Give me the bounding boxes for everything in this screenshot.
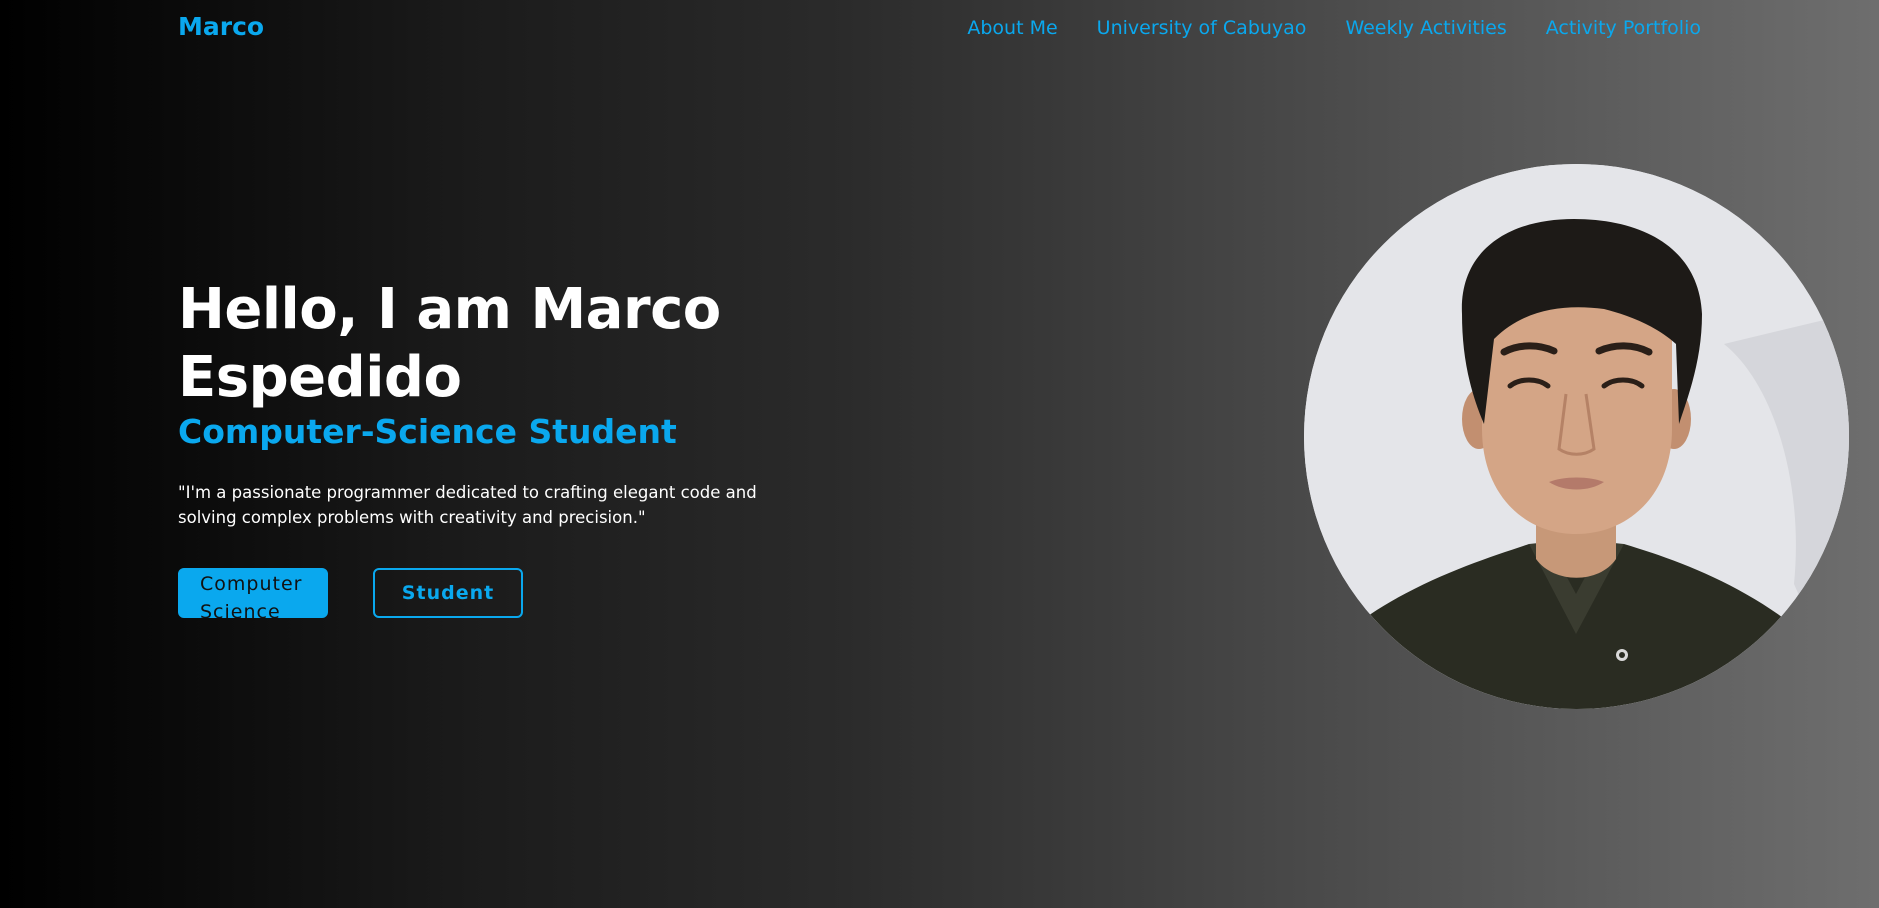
nav-link-weekly-activities[interactable]: Weekly Activities <box>1345 17 1506 39</box>
nav-links: About Me University of Cabuyao Weekly Ac… <box>967 17 1701 39</box>
hero-buttons: Computer Science Student <box>178 568 818 623</box>
computer-science-button[interactable]: Computer Science <box>178 568 328 623</box>
hero-subtitle: Computer-Science Student <box>178 412 677 451</box>
hero-section: Hello, I am Marco Espedido Computer-Scie… <box>178 276 818 623</box>
nav-link-university[interactable]: University of Cabuyao <box>1097 17 1307 39</box>
nav-link-about-me[interactable]: About Me <box>967 17 1057 39</box>
hero-title: Hello, I am Marco Espedido <box>178 277 721 410</box>
hero-quote: "I'm a passionate programmer dedicated t… <box>178 483 757 527</box>
profile-photo <box>1304 164 1849 709</box>
top-navbar: Marco About Me University of Cabuyao Wee… <box>0 0 1879 58</box>
nav-link-activity-portfolio[interactable]: Activity Portfolio <box>1546 17 1701 39</box>
student-button[interactable]: Student <box>373 568 523 618</box>
site-logo[interactable]: Marco <box>178 12 264 41</box>
